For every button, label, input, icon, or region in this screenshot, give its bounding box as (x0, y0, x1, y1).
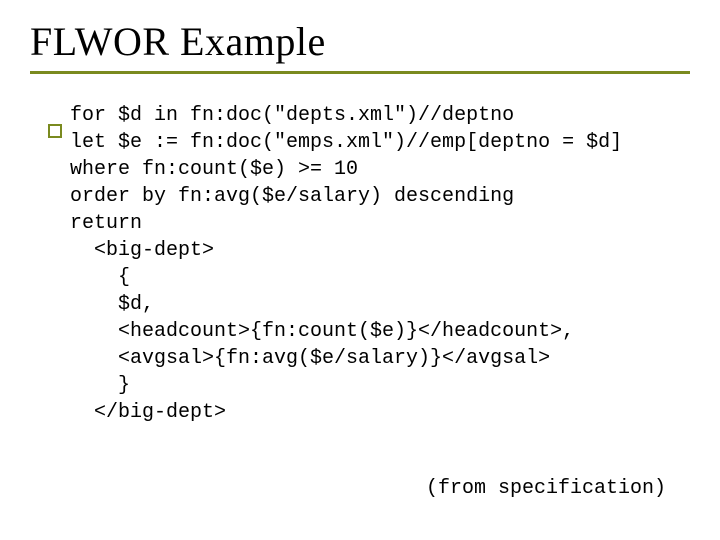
slide-title: FLWOR Example (30, 18, 720, 65)
code-block: for $d in fn:doc("depts.xml")//deptno le… (70, 102, 680, 426)
source-footnote: (from specification) (426, 477, 666, 500)
bullet-icon (48, 124, 62, 138)
